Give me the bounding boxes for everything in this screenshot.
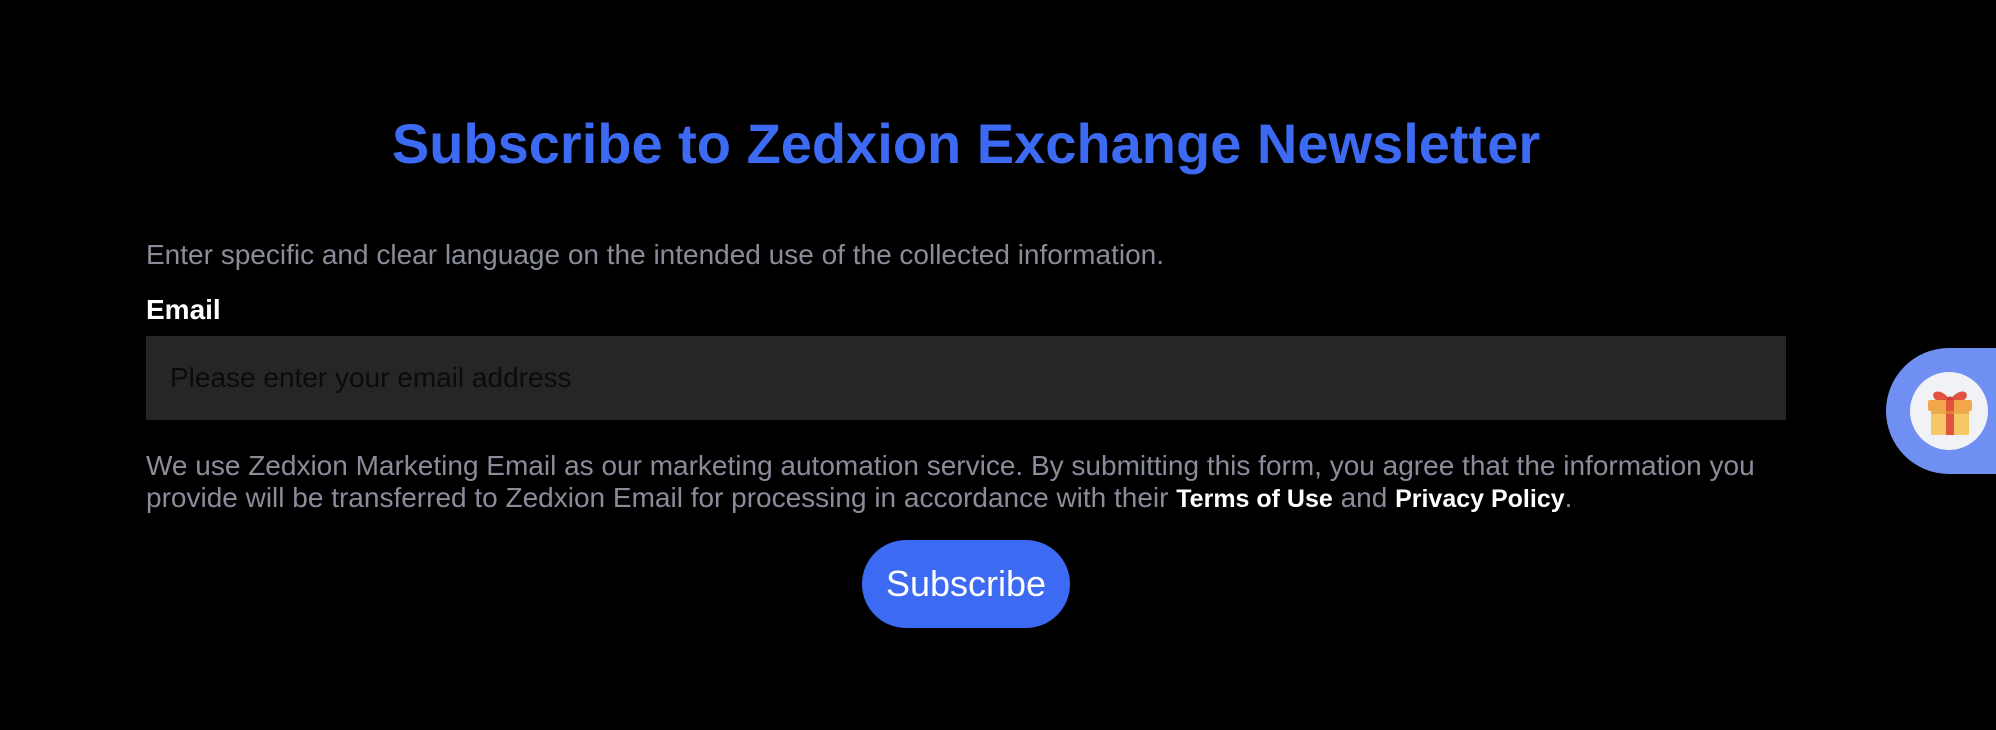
email-label: Email (146, 294, 221, 325)
disclaimer-end: . (1564, 482, 1573, 513)
gift-widget-button[interactable] (1886, 348, 1996, 474)
terms-of-use-link[interactable]: Terms of Use (1176, 485, 1333, 513)
intro-text: Enter specific and clear language on the… (146, 239, 1164, 270)
gift-icon (1928, 391, 1972, 435)
newsletter-page: Subscribe to Zedxion Exchange Newsletter… (0, 0, 1996, 730)
gift-widget-inner (1910, 372, 1988, 450)
email-field[interactable] (146, 336, 1786, 420)
page-title: Subscribe to Zedxion Exchange Newsletter (391, 112, 1541, 175)
privacy-policy-link[interactable]: Privacy Policy (1395, 485, 1565, 513)
subscribe-button[interactable]: Subscribe (862, 540, 1070, 628)
disclaimer-and: and (1332, 482, 1396, 513)
disclaimer-text: We use Zedxion Marketing Email as our ma… (146, 450, 1786, 515)
